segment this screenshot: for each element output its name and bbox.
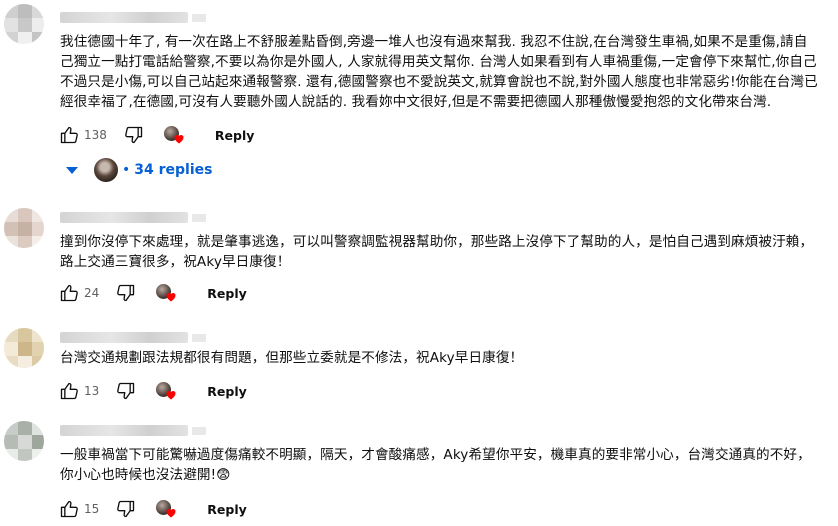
creator-heart-icon (153, 496, 179, 522)
comment-text: 撞到你沒停下來處理，就是肇事逃逸，可以叫警察調監視器幫助你，那些路上沒停下了幫助… (60, 234, 814, 270)
thumbs-down-icon[interactable] (113, 496, 139, 522)
view-replies-button[interactable]: • 34 replies (60, 156, 212, 184)
chevron-down-icon (66, 166, 78, 174)
thumbs-up-icon[interactable] (56, 378, 82, 404)
avatar[interactable] (4, 4, 44, 44)
avatar[interactable] (4, 328, 44, 368)
like-count: 13 (84, 384, 100, 398)
like-count: 138 (84, 128, 107, 142)
thumbs-down-icon[interactable] (113, 280, 139, 306)
avatar[interactable] (4, 208, 44, 248)
reply-button[interactable]: Reply (199, 380, 254, 403)
creator-heart-icon (153, 378, 179, 404)
comment-actions: 15 Reply (56, 496, 255, 522)
comment-actions: 13 Reply (56, 378, 255, 404)
comment-text: 我住德國十年了, 有一次在路上不舒服差點昏倒,旁邊一堆人也沒有過來幫我. 我忍不… (60, 34, 818, 110)
comment-actions: 138 Reply (56, 122, 262, 148)
like-count: 24 (84, 286, 100, 300)
avatar (94, 158, 118, 182)
username[interactable] (60, 12, 206, 23)
thumbs-up-icon[interactable] (56, 122, 82, 148)
like-count: 15 (84, 502, 100, 516)
comment-text: 台灣交通規劃跟法規都很有問題，但那些立委就是不修法，祝Aky早日康復！ (60, 350, 524, 366)
reply-button[interactable]: Reply (199, 498, 254, 521)
thumbs-up-icon[interactable] (56, 496, 82, 522)
creator-heart-icon (153, 280, 179, 306)
username[interactable] (60, 212, 206, 223)
avatar[interactable] (4, 421, 44, 461)
replies-count: 34 replies (134, 162, 213, 178)
thumbs-up-icon[interactable] (56, 280, 82, 306)
reply-button[interactable]: Reply (207, 124, 262, 147)
thumbs-down-icon[interactable] (121, 122, 147, 148)
comment-text: 一般車禍當下可能驚嚇過度傷痛較不明顯，隔天，才會酸痛感，Aky希望你平安，機車真… (60, 447, 811, 483)
comment-actions: 24 Reply (56, 280, 255, 306)
thumbs-down-icon[interactable] (113, 378, 139, 404)
reply-button[interactable]: Reply (199, 282, 254, 305)
username[interactable] (60, 425, 206, 436)
creator-heart-icon (161, 122, 187, 148)
username[interactable] (60, 332, 206, 343)
